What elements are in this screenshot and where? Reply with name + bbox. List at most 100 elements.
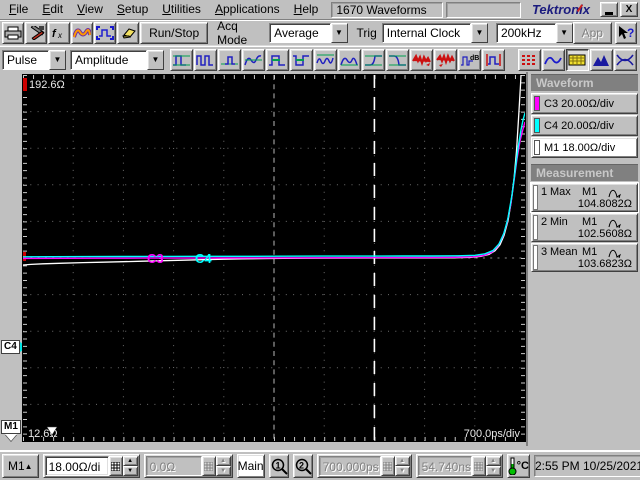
measurement-row-min[interactable]: 2 Min M1 102.5608Ω [531, 213, 638, 242]
meas-amplitude-icon [173, 54, 190, 66]
trig-source-value: Internal Clock [381, 22, 471, 43]
measure-class-select[interactable]: Amplitude ▼ [70, 49, 164, 70]
spin-down-icon: ▼ [394, 466, 410, 476]
meas-dbm-button[interactable]: dB [458, 48, 481, 71]
measure-class-value: Amplitude [70, 49, 147, 70]
control-bar: M1 ▲ 18.00Ω/di ▲ ▼ 0.0Ω ▲ ▼ Main 1 2 700… [0, 450, 640, 480]
menu-edit[interactable]: Edit [35, 0, 70, 19]
keypad-button [471, 456, 486, 476]
measurement-row-mean[interactable]: 3 Mean M1 103.6823Ω [531, 243, 638, 272]
run-stop-button[interactable]: Run/Stop [140, 21, 209, 44]
chevron-down-icon[interactable]: ▼ [147, 49, 164, 70]
meas-gated-button[interactable] [482, 48, 505, 71]
chevron-down-icon[interactable]: ▼ [470, 22, 488, 43]
menu-setup[interactable]: Setup [110, 0, 155, 19]
waveform-display[interactable]: C3 C4 192.6Ω 12.6Ω 700.0ps/div [22, 74, 526, 442]
statistics-view-button[interactable] [590, 48, 613, 71]
chevron-down-icon[interactable]: ▼ [555, 22, 573, 43]
meas-burst-button[interactable] [338, 48, 361, 71]
horizontal-scale-control: 700.000ps ▲ ▼ [316, 454, 412, 478]
meas-pos-width-button[interactable] [266, 48, 289, 71]
vertical-scale-value[interactable]: 18.00Ω/di [44, 456, 109, 476]
meas-low-button[interactable] [218, 48, 241, 71]
measurement-value: 104.8082Ω [577, 198, 632, 210]
meas-neg-width-button[interactable] [290, 48, 313, 71]
eye-diagram-button[interactable] [614, 48, 637, 71]
measurement-row-max[interactable]: 1 Max M1 104.8082Ω [530, 182, 639, 213]
meas-pos-jitter-button[interactable] [410, 48, 433, 71]
signal-class-select[interactable]: Pulse ▼ [2, 49, 66, 70]
meas-fall-time-icon [389, 54, 406, 66]
minimize-button[interactable] [600, 2, 618, 17]
temperature-button[interactable]: °C [506, 454, 530, 478]
mag1-button[interactable]: 1 [268, 454, 289, 478]
tools-button[interactable] [25, 21, 48, 44]
right-panel: Waveform C3 20.00Ω/div C4 20.00Ω/div M1 … [526, 72, 640, 446]
meas-period-button[interactable] [242, 48, 265, 71]
keypad-button[interactable] [108, 456, 123, 476]
meas-pulse-train-button[interactable] [194, 48, 217, 71]
spin-down-icon[interactable]: ▼ [122, 466, 138, 476]
chevron-down-icon[interactable]: ▼ [330, 22, 348, 43]
menu-applications[interactable]: Applications [208, 0, 287, 19]
menu-file[interactable]: File [2, 0, 35, 19]
main-timebase-button[interactable]: Main [236, 454, 265, 478]
menu-utilities[interactable]: Utilities [155, 0, 208, 19]
trace-label-c3[interactable]: C3 [147, 251, 164, 266]
trace-selector[interactable]: M1 ▲ [2, 454, 39, 478]
print-button[interactable] [2, 21, 25, 44]
trig-rate-select[interactable]: 200kHz ▼ [495, 22, 573, 43]
measurement-index: 3 [541, 246, 548, 258]
clear-data-button[interactable] [117, 21, 140, 44]
chevron-down-icon[interactable]: ▼ [49, 49, 66, 70]
meas-amplitude-button[interactable] [170, 48, 193, 71]
waveform-button-m1[interactable]: M1 18.00Ω/div [531, 137, 638, 158]
magnifier-1-icon: 1 [271, 458, 288, 475]
main-toolbar: f x Run/Stop Acq Mode Average ▼ Trig Int… [0, 18, 640, 47]
spin-up-icon: ▲ [485, 456, 501, 466]
measurement-index: 1 [541, 186, 548, 198]
waveform-button-c3[interactable]: C3 20.00Ω/div [531, 93, 638, 114]
measurement-source: M1 [582, 216, 598, 228]
vertical-scale-spinner[interactable]: ▲ ▼ [122, 456, 138, 476]
meas-fall-time-button[interactable] [386, 48, 409, 71]
select-waveform-icon [96, 25, 115, 40]
waveform-button-c4[interactable]: C4 20.00Ω/div [531, 115, 638, 136]
meas-neg-jitter-button[interactable] [434, 48, 457, 71]
acq-mode-label: Acq Mode [217, 18, 248, 47]
spin-up-icon: ▲ [215, 456, 231, 466]
meas-rise-time-button[interactable] [362, 48, 385, 71]
mask-test-button[interactable] [518, 48, 541, 71]
select-waveform-button[interactable] [94, 21, 117, 44]
mag2-button[interactable]: 2 [292, 454, 313, 478]
printer-icon [4, 26, 22, 39]
close-button[interactable]: X [620, 2, 638, 17]
meas-frequency-button[interactable] [314, 48, 337, 71]
m1-marker-arrow-icon [5, 434, 17, 441]
menu-help[interactable]: Help [287, 0, 326, 19]
acq-mode-select[interactable]: Average ▼ [269, 22, 348, 43]
trig-source-select[interactable]: Internal Clock ▼ [381, 22, 488, 43]
meas-burst-icon [340, 57, 358, 65]
waveform-database-button[interactable] [71, 21, 94, 44]
tektronix-logo: Tektronix [524, 2, 598, 17]
trace-m1[interactable] [23, 75, 522, 266]
context-help-button[interactable]: ? [614, 21, 637, 44]
measurement-value: 103.6823Ω [577, 258, 632, 270]
meas-gated-icon [486, 53, 501, 66]
menu-view[interactable]: View [70, 0, 110, 19]
chevron-up-icon: ▲ [24, 461, 33, 471]
m1-scale-label: M1 18.00Ω/div [544, 141, 616, 154]
minimize-icon [605, 12, 613, 15]
m1-position-marker[interactable]: M1 [1, 420, 21, 441]
acq-mode-value: Average [269, 22, 331, 43]
spin-up-icon[interactable]: ▲ [122, 456, 138, 466]
histogram-view-button[interactable] [566, 48, 589, 71]
formula-button[interactable]: f x [48, 21, 71, 44]
trace-label-c4[interactable]: C4 [195, 251, 212, 266]
waveform-count-readout: 1670 Waveforms [331, 1, 444, 18]
sine-view-button[interactable] [542, 48, 565, 71]
measurement-name: Max [550, 186, 571, 198]
vertical-scale-control[interactable]: 18.00Ω/di ▲ ▼ [42, 454, 140, 478]
c4-position-marker[interactable]: C4 [1, 340, 27, 354]
